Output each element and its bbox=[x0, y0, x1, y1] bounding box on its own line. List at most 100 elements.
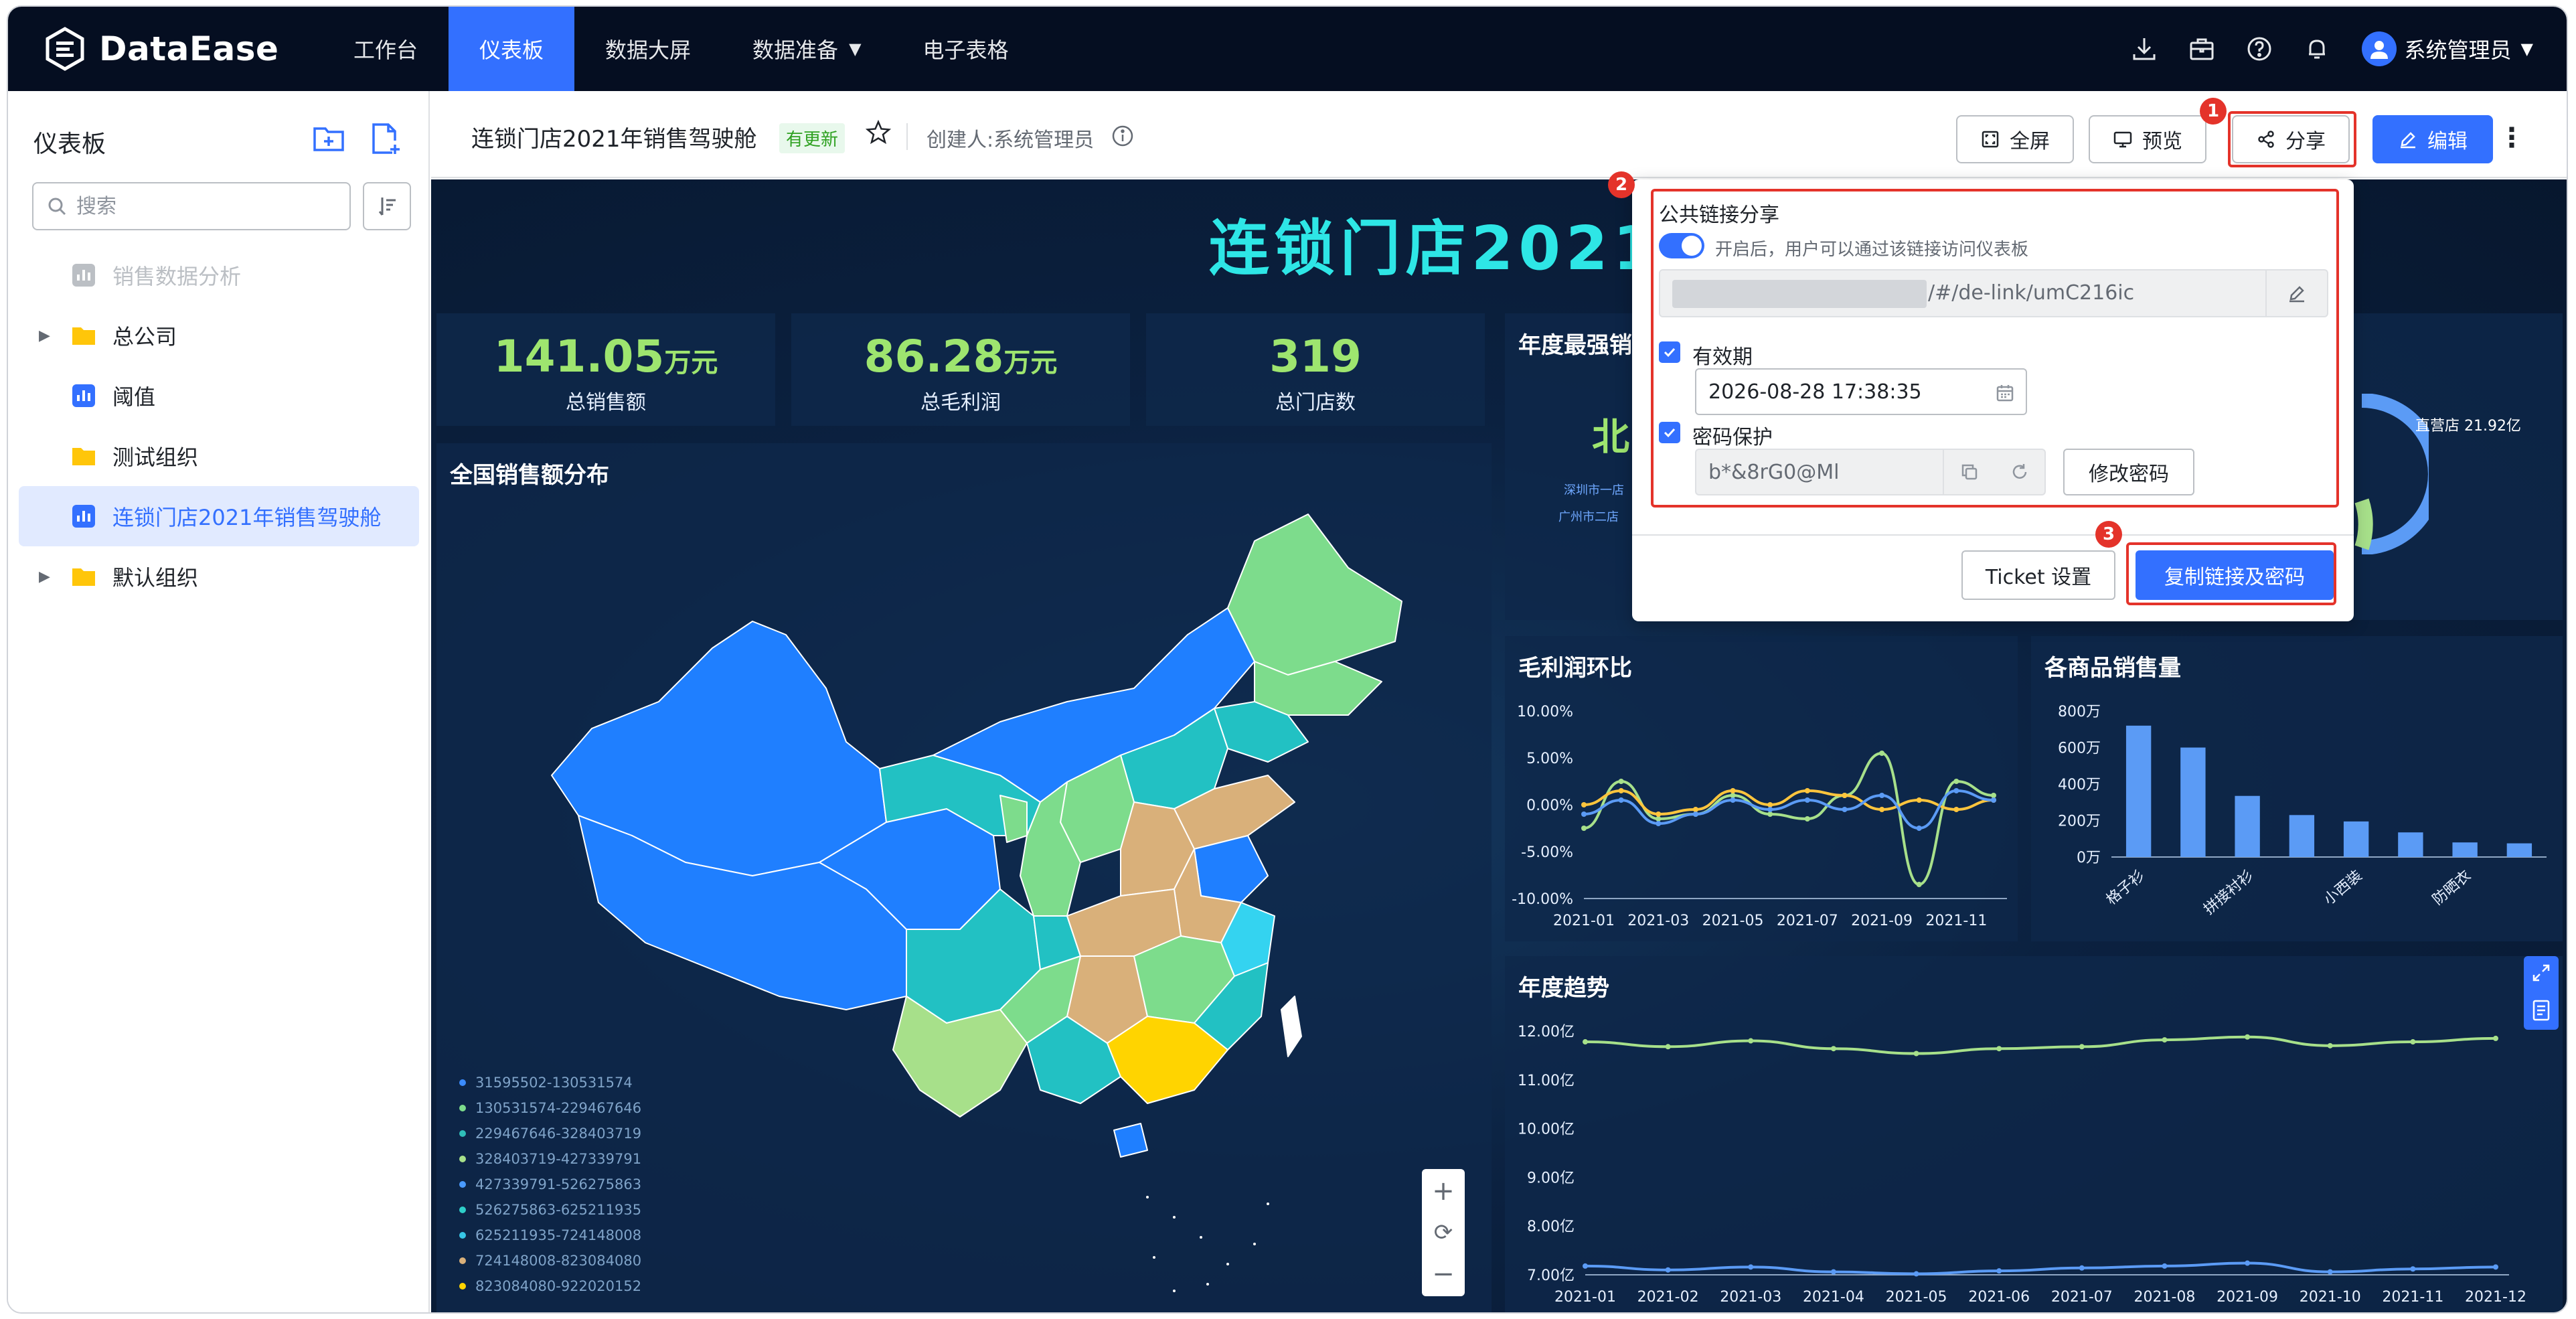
more-options-icon[interactable]: ⋮ bbox=[2498, 125, 2525, 151]
kpi-total-sales: 141.05万元 总销售额 bbox=[436, 313, 775, 426]
sort-button[interactable] bbox=[363, 182, 411, 230]
reset-icon[interactable]: ⟳ bbox=[1434, 1219, 1453, 1246]
data-point bbox=[1656, 816, 1662, 822]
fullscreen-icon bbox=[1982, 131, 1999, 148]
nav-workbench[interactable]: 工作台 bbox=[323, 7, 449, 91]
nav-data-screen[interactable]: 数据大屏 bbox=[574, 7, 722, 91]
fullscreen-label: 全屏 bbox=[2010, 130, 2050, 153]
download-icon[interactable] bbox=[2115, 7, 2173, 91]
nav-dashboard[interactable]: 仪表板 bbox=[449, 7, 575, 91]
x-tick-label: 格子衫 bbox=[2103, 867, 2148, 909]
map-region-heilongjiang bbox=[1227, 514, 1402, 676]
x-tick-label: 2021-06 bbox=[1968, 1289, 2030, 1306]
annotation-box-share bbox=[2228, 111, 2356, 167]
data-point bbox=[1730, 788, 1736, 793]
data-point bbox=[1692, 811, 1698, 817]
y-tick-label: 0.00% bbox=[1526, 797, 1573, 814]
ticket-settings-button[interactable]: Ticket 设置 bbox=[1961, 550, 2115, 600]
panel-title: 年度最强销 bbox=[1518, 332, 1632, 359]
data-point bbox=[1916, 826, 1922, 831]
tree-item-default-org[interactable]: ▶ 默认组织 bbox=[19, 546, 419, 607]
x-tick-label: 2021-08 bbox=[2134, 1289, 2195, 1306]
best-store-row: 广州市二店 bbox=[1558, 510, 1619, 524]
x-tick-label: 2021-07 bbox=[2051, 1289, 2113, 1306]
data-point bbox=[1767, 807, 1773, 812]
fullscreen-button[interactable]: 全屏 bbox=[1956, 115, 2074, 163]
legend-item[interactable]: 823084080-922020152 bbox=[459, 1273, 641, 1299]
tree-item-test-org[interactable]: 测试组织 bbox=[19, 426, 419, 486]
legend-item[interactable]: 130531574-229467646 bbox=[459, 1095, 641, 1121]
tree-item-chain-store-cockpit[interactable]: 连锁门店2021年销售驾驶舱 bbox=[19, 486, 419, 546]
new-dashboard-icon[interactable] bbox=[367, 121, 403, 157]
x-tick-label: 防晒衣 bbox=[2429, 867, 2474, 909]
edit-button[interactable]: 编辑 bbox=[2372, 115, 2493, 163]
trend-line-chart[interactable]: 12.00亿 11.00亿 10.00亿 9.00亿 8.00亿 7.00亿 2021-01… bbox=[1505, 956, 2563, 1314]
briefcase-icon[interactable] bbox=[2173, 7, 2231, 91]
sidebar: 仪表板 销售数据分析 ▶ 总公司 阈值 bbox=[8, 91, 430, 1312]
x-tick-label: 2021-04 bbox=[1803, 1289, 1864, 1306]
preview-label: 预览 bbox=[2142, 130, 2182, 153]
brand-name: DataEase bbox=[99, 29, 279, 68]
zoom-in-icon[interactable]: + bbox=[1432, 1176, 1455, 1207]
legend-item[interactable]: 31595502-130531574 bbox=[459, 1070, 641, 1095]
data-point bbox=[1991, 797, 1996, 803]
series-line bbox=[1585, 1261, 2496, 1275]
data-point bbox=[1583, 1263, 1588, 1269]
nav-data-prep[interactable]: 数据准备 ▼ bbox=[722, 7, 892, 91]
data-point bbox=[1916, 882, 1922, 887]
legend-item[interactable]: 427339791-526275863 bbox=[459, 1172, 641, 1197]
legend-item[interactable]: 625211935-724148008 bbox=[459, 1223, 641, 1248]
data-point bbox=[1804, 797, 1810, 803]
info-icon[interactable] bbox=[1111, 125, 1134, 147]
x-tick-label: 2021-09 bbox=[1851, 913, 1913, 929]
x-tick-label: 2021-01 bbox=[1554, 1289, 1616, 1306]
nav-spreadsheet[interactable]: 电子表格 bbox=[892, 7, 1040, 91]
kpi-value: 141.05 bbox=[493, 331, 665, 382]
logo[interactable]: DataEase bbox=[43, 27, 278, 71]
products-bar-chart[interactable]: 800万 600万 400万 200万 0万格子衫 拼接衬衫 小西装 防晒衣 bbox=[2031, 636, 2563, 941]
margin-line-chart[interactable]: 10.00% 5.00% 0.00% -5.00% -10.00% 2021-01 2021… bbox=[1505, 636, 2018, 941]
help-icon[interactable] bbox=[2231, 7, 2288, 91]
data-point bbox=[1879, 751, 1885, 756]
legend-item[interactable]: 229467646-328403719 bbox=[459, 1121, 641, 1146]
tree-item-head-office[interactable]: ▶ 总公司 bbox=[19, 305, 419, 366]
tree-item-label: 默认组织 bbox=[112, 565, 199, 591]
data-point bbox=[1730, 797, 1736, 803]
new-folder-icon[interactable] bbox=[311, 121, 347, 157]
folder-icon bbox=[72, 568, 95, 586]
data-point bbox=[1916, 797, 1922, 803]
data-point bbox=[1618, 797, 1624, 803]
expand-icon[interactable] bbox=[2531, 963, 2551, 983]
preview-button[interactable]: 预览 bbox=[2089, 115, 2206, 163]
data-point bbox=[1767, 802, 1773, 807]
legend-item[interactable]: 328403719-427339791 bbox=[459, 1146, 641, 1172]
tree-item-threshold[interactable]: 阈值 bbox=[19, 366, 419, 426]
sidebar-search[interactable] bbox=[32, 182, 351, 230]
map-region-jilin bbox=[1254, 661, 1382, 716]
dashboard-icon bbox=[72, 505, 95, 528]
data-point bbox=[2245, 1260, 2251, 1266]
nav-data-screen-label: 数据大屏 bbox=[605, 37, 692, 63]
map-legend: 31595502-130531574 130531574-229467646 2… bbox=[459, 1070, 641, 1299]
edit-label: 编辑 bbox=[2427, 130, 2468, 153]
y-tick-label: 200万 bbox=[2058, 813, 2101, 830]
star-icon[interactable] bbox=[865, 119, 892, 146]
tree-item-label: 阈值 bbox=[112, 384, 156, 410]
y-tick-label: 12.00亿 bbox=[1518, 1024, 1575, 1040]
bell-icon[interactable] bbox=[2288, 7, 2346, 91]
china-map[interactable] bbox=[532, 487, 1469, 1311]
details-icon[interactable] bbox=[2531, 999, 2551, 1022]
search-input[interactable] bbox=[76, 194, 331, 218]
data-point bbox=[1618, 779, 1624, 784]
search-icon bbox=[48, 198, 66, 216]
data-point bbox=[1842, 807, 1848, 812]
legend-item[interactable]: 526275863-625211935 bbox=[459, 1197, 641, 1223]
data-point bbox=[2162, 1037, 2168, 1043]
user-menu[interactable]: 系统管理员 ▼ bbox=[2361, 31, 2533, 66]
expand-arrow-icon[interactable]: ▶ bbox=[39, 327, 50, 344]
data-point bbox=[1581, 826, 1587, 831]
expand-arrow-icon[interactable]: ▶ bbox=[39, 568, 50, 585]
zoom-out-icon[interactable]: − bbox=[1432, 1259, 1455, 1290]
tree-item-sales-analysis[interactable]: 销售数据分析 bbox=[19, 245, 419, 305]
legend-item[interactable]: 724148008-823084080 bbox=[459, 1248, 641, 1273]
